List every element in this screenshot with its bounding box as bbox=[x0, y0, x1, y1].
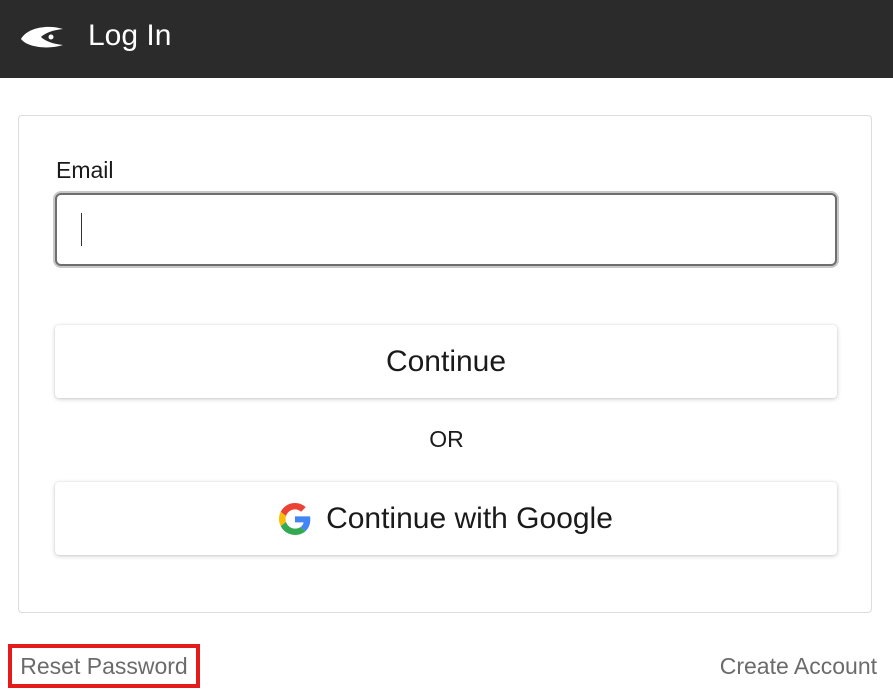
create-account-link[interactable]: Create Account bbox=[720, 651, 877, 681]
page-title: Log In bbox=[88, 19, 172, 52]
app-header: Log In bbox=[0, 0, 893, 78]
google-button-label: Continue with Google bbox=[326, 501, 613, 535]
continue-with-google-button[interactable]: Continue with Google bbox=[55, 482, 837, 555]
text-caret bbox=[81, 213, 82, 246]
email-field[interactable] bbox=[55, 193, 837, 266]
email-label: Email bbox=[56, 157, 114, 183]
reset-password-link[interactable]: Reset Password bbox=[8, 644, 200, 688]
continue-button[interactable]: Continue bbox=[55, 325, 837, 398]
or-divider-text: OR bbox=[429, 426, 464, 452]
app-logo-icon bbox=[21, 26, 63, 48]
continue-button-label: Continue bbox=[385, 344, 507, 378]
google-g-icon bbox=[279, 502, 311, 535]
